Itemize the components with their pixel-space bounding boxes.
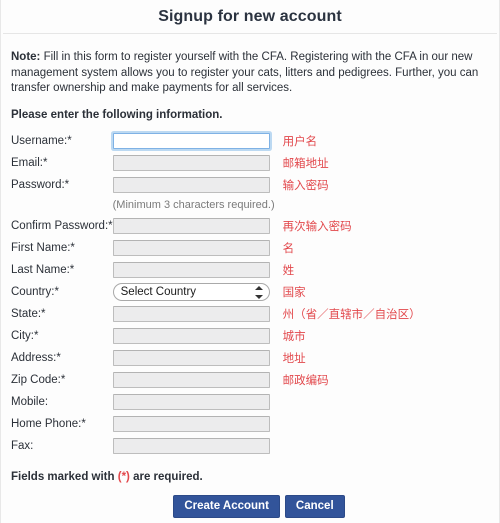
annotation-email: 邮箱地址: [282, 155, 329, 170]
field-state-cell: [112, 303, 283, 325]
label-username: Username:*: [11, 134, 72, 147]
annotation-fax: [283, 435, 489, 457]
label-country: Country:*: [11, 285, 59, 298]
annotation-mobile: [283, 391, 489, 413]
signup-form-table: Username:* 用户名 Email:* 邮箱地址 Password:* 输…: [11, 130, 489, 457]
required-note-suffix: are required.: [129, 470, 203, 483]
form-row-password: Password:* 输入密码: [11, 174, 489, 196]
field-email-cell: [112, 152, 283, 174]
label-home-phone: Home Phone:*: [11, 417, 86, 430]
required-note-prefix: Fields marked with: [11, 470, 118, 483]
label-city: City:*: [11, 329, 39, 342]
note-text: Fill in this form to register yourself w…: [11, 51, 479, 94]
field-zip-code-cell: [112, 369, 283, 391]
page-content: Note: Fill in this form to register your…: [1, 34, 499, 518]
password-hint: (Minimum 3 characters required.): [112, 199, 275, 211]
label-first-name: First Name:*: [11, 241, 75, 254]
home-phone-input[interactable]: [112, 415, 270, 432]
form-row-mobile: Mobile:: [11, 391, 489, 413]
chevron-up-icon: [254, 285, 263, 290]
label-password: Password:*: [11, 178, 70, 191]
form-row-password-hint: (Minimum 3 characters required.): [11, 196, 489, 215]
username-input[interactable]: [112, 132, 270, 149]
form-row-zip-code: Zip Code:* 邮政编码: [11, 369, 489, 391]
field-country-cell: Select Country: [112, 281, 283, 303]
field-home-phone-cell: [112, 413, 283, 435]
annotation-spacer-hint: [283, 196, 489, 215]
label-spacer-hint: [11, 196, 113, 215]
field-last-name-cell: [112, 259, 283, 281]
form-row-last-name: Last Name:* 姓: [11, 259, 489, 281]
form-row-email: Email:* 邮箱地址: [11, 152, 489, 174]
zip-code-input[interactable]: [112, 371, 270, 388]
label-fax: Fax:: [11, 439, 34, 452]
form-actions: Create Account Cancel: [11, 494, 489, 518]
annotation-username: 用户名: [282, 133, 318, 148]
required-fields-note: Fields marked with (*) are required.: [11, 471, 489, 483]
label-state: State:*: [11, 307, 46, 320]
annotation-last-name: 姓: [282, 262, 295, 277]
label-last-name: Last Name:*: [11, 263, 75, 276]
form-row-city: City:* 城市: [11, 325, 489, 347]
annotation-city: 城市: [282, 328, 306, 343]
form-row-username: Username:* 用户名: [11, 130, 489, 152]
annotation-password: 输入密码: [282, 177, 329, 192]
label-address: Address:*: [11, 351, 61, 364]
annotation-home-phone: [283, 413, 489, 435]
first-name-input[interactable]: [112, 239, 270, 256]
address-input[interactable]: [112, 349, 270, 366]
field-fax-cell: [112, 435, 283, 457]
annotation-address: 地址: [282, 350, 306, 365]
annotation-first-name: 名: [282, 240, 295, 255]
annotation-country: 国家: [282, 284, 306, 299]
required-note-star: (*): [117, 470, 130, 483]
signup-page: Signup for new account Note: Fill in thi…: [0, 0, 500, 523]
field-mobile-cell: [112, 391, 283, 413]
password-input[interactable]: [112, 176, 270, 193]
form-row-first-name: First Name:* 名: [11, 237, 489, 259]
cancel-button[interactable]: Cancel: [284, 494, 345, 518]
signup-form-body: Username:* 用户名 Email:* 邮箱地址 Password:* 输…: [11, 130, 489, 457]
last-name-input[interactable]: [112, 261, 270, 278]
fax-input[interactable]: [112, 437, 270, 454]
state-input[interactable]: [112, 305, 270, 322]
annotation-zip-code: 邮政编码: [282, 372, 329, 387]
create-account-button[interactable]: Create Account: [173, 494, 280, 518]
page-title: Signup for new account: [158, 8, 342, 25]
form-row-fax: Fax:: [11, 435, 489, 457]
form-row-country: Country:* Select Country 国家: [11, 281, 489, 303]
field-password-cell: [112, 174, 283, 196]
label-zip-code: Zip Code:*: [11, 373, 66, 386]
field-address-cell: [112, 347, 283, 369]
annotation-state: 州（省／直辖市／自治区）: [282, 306, 421, 321]
mobile-input[interactable]: [112, 393, 270, 410]
field-username-cell: [112, 130, 283, 152]
annotation-confirm-password: 再次输入密码: [282, 218, 352, 233]
field-first-name-cell: [112, 237, 283, 259]
chevron-down-icon: [254, 294, 263, 299]
label-mobile: Mobile:: [11, 395, 49, 408]
label-confirm-password: Confirm Password:*: [11, 219, 113, 232]
country-select-value: Select Country: [120, 285, 197, 298]
field-city-cell: [112, 325, 283, 347]
form-row-state: State:* 州（省／直辖市／自治区）: [11, 303, 489, 325]
country-select[interactable]: Select Country: [112, 282, 270, 301]
form-row-home-phone: Home Phone:*: [11, 413, 489, 435]
stepper-arrows-icon: [254, 285, 264, 299]
city-input[interactable]: [112, 327, 270, 344]
note-paragraph: Note: Fill in this form to register your…: [11, 50, 489, 97]
confirm-password-input[interactable]: [112, 217, 270, 234]
label-email: Email:*: [11, 156, 48, 169]
form-row-address: Address:* 地址: [11, 347, 489, 369]
form-row-confirm-password: Confirm Password:* 再次输入密码: [11, 215, 489, 237]
note-label: Note:: [11, 51, 41, 63]
email-input[interactable]: [112, 154, 270, 171]
field-confirm-password-cell: [112, 215, 283, 237]
please-enter-text: Please enter the following information.: [11, 108, 223, 121]
